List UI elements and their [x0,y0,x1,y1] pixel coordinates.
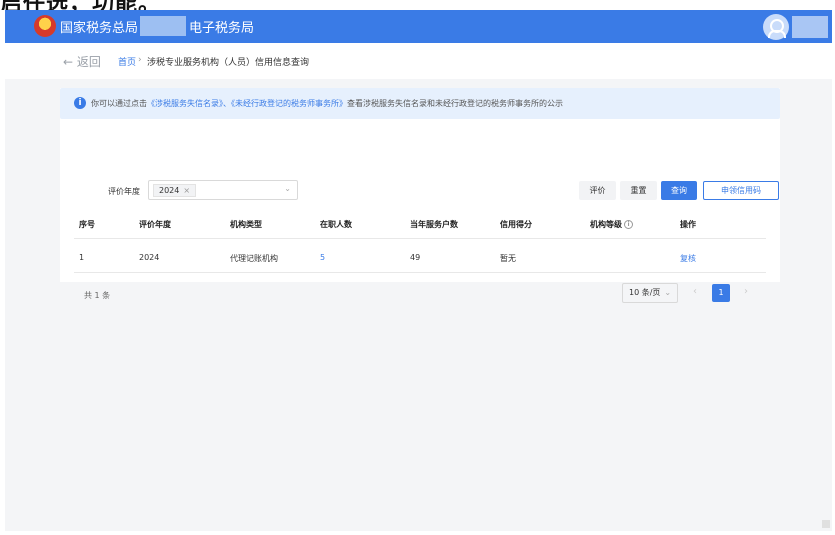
credit-blacklist-link[interactable]: 《涉税服务失信名录》 [147,99,223,108]
top-caption: 启任选，功能。 [0,0,161,10]
notice-mid: 、 [223,99,231,108]
info-icon: i [74,97,86,109]
cell-clients: 49 [410,253,421,262]
app-header: 国家税务总局 电子税务局 [5,10,832,43]
col-action: 操作 [680,220,696,229]
breadcrumb-current: 涉税专业服务机构（人员）信用信息查询 [147,58,310,68]
review-link[interactable]: 复核 [680,253,696,264]
cell-type: 代理记账机构 [230,254,278,263]
next-page-icon[interactable]: › [744,286,748,297]
cell-score: 暂无 [500,254,516,263]
page-size-value: 10 条/页 [629,288,661,297]
redacted-region [140,16,186,36]
breadcrumb-separator-icon: › [138,55,142,65]
col-staff: 在职人数 [320,220,352,229]
corner-mark [822,520,830,528]
col-index: 序号 [79,220,95,229]
back-button[interactable]: ← 返回 [63,53,101,70]
year-tag-value: 2024 [159,186,180,195]
page-size-select[interactable]: 10 条/页 ⌄ [622,283,678,303]
unregistered-firms-link[interactable]: 《未经行政登记的税务师事务所》 [231,99,347,108]
notice-suffix: 查看涉税服务失信名录和未经行政登记的税务师事务所的公示 [347,99,563,108]
col-clients: 当年服务户数 [410,220,458,229]
sub-brand-title: 电子税务局 [189,21,255,36]
redacted-username[interactable] [792,16,828,38]
tax-emblem-icon [34,15,56,37]
notice-banner: i 你可以通过点击《涉税服务失信名录》、《未经行政登记的税务师事务所》查看涉税服… [60,88,780,119]
year-filter-label: 评价年度 [108,187,140,196]
breadcrumb-home-link[interactable]: 首页 [118,55,136,68]
evaluate-button[interactable]: 评价 [579,181,616,200]
col-level-label: 机构等级 [590,220,622,229]
help-icon[interactable]: i [624,220,633,229]
chevron-down-icon: ⌄ [664,288,672,297]
current-page-button[interactable]: 1 [712,284,730,302]
tag-close-icon[interactable]: × [183,186,190,195]
year-select[interactable]: 2024 × ⌄ [148,180,298,200]
prev-page-icon[interactable]: ‹ [693,286,697,297]
page-body: ← 返回 首页 › 涉税专业服务机构（人员）信用信息查询 i 你可以通过点击《涉… [5,43,832,531]
col-year: 评价年度 [139,220,171,229]
apply-credit-code-button[interactable]: 申领信用码 [703,181,779,200]
user-avatar-icon[interactable] [763,14,789,40]
reset-button[interactable]: 重置 [620,181,657,200]
col-type: 机构类型 [230,220,262,229]
content-card: i 你可以通过点击《涉税服务失信名录》、《未经行政登记的税务师事务所》查看涉税服… [60,88,780,303]
chevron-down-icon: ⌄ [284,184,291,193]
row-divider [74,272,766,273]
cell-year: 2024 [139,253,160,262]
col-level: 机构等级 i [590,219,633,230]
cell-staff-link[interactable]: 5 [320,253,325,262]
header-divider [74,238,766,239]
top-caption-strip: 启任选，功能。 [0,0,835,10]
year-tag: 2024 × [153,184,197,197]
breadcrumb: ← 返回 首页 › 涉税专业服务机构（人员）信用信息查询 [5,43,832,79]
notice-prefix: 你可以通过点击 [91,99,147,108]
query-button[interactable]: 查询 [661,181,697,200]
cell-index: 1 [79,253,85,262]
notice-text: 你可以通过点击《涉税服务失信名录》、《未经行政登记的税务师事务所》查看涉税服务失… [91,98,563,109]
total-count: 共 1 条 [84,291,111,300]
col-score: 信用得分 [500,220,532,229]
brand-title: 国家税务总局 [60,21,139,36]
